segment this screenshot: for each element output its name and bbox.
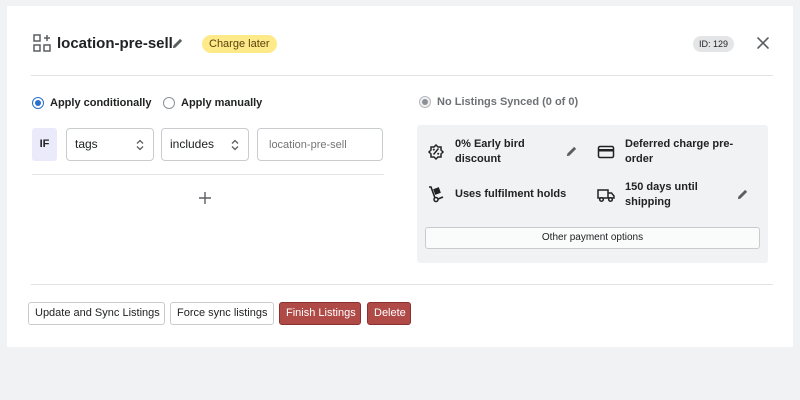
fulfilment-holds-text: Uses fulfilment holds — [455, 187, 567, 200]
page-title: location-pre-sell — [57, 35, 173, 52]
header-divider — [31, 75, 773, 76]
operator-select-value: includes — [170, 137, 215, 151]
add-condition-icon[interactable] — [197, 190, 213, 206]
shipping-feature: 150 days until shipping — [597, 180, 717, 210]
status-badge: Charge later — [202, 35, 277, 53]
other-payment-options-button[interactable]: Other payment options — [425, 227, 760, 249]
shipping-text: 150 days until shipping — [625, 181, 698, 208]
pencil-icon[interactable] — [736, 188, 749, 201]
force-sync-button[interactable]: Force sync listings — [170, 302, 274, 325]
close-icon[interactable] — [756, 36, 770, 50]
select-chevron-icon — [231, 139, 239, 151]
card-header: location-pre-sell Charge later ID: 129 — [7, 6, 793, 76]
credit-card-icon — [597, 145, 615, 159]
id-badge: ID: 129 — [693, 36, 735, 52]
pre-order-card: location-pre-sell Charge later ID: 129 A… — [7, 6, 793, 347]
hand-truck-icon — [429, 186, 444, 203]
sync-status-text: No Listings Synced (0 of 0) — [437, 96, 579, 108]
apply-conditionally-radio[interactable]: Apply conditionally — [32, 96, 151, 109]
operator-select[interactable]: includes — [161, 128, 249, 161]
radio-dot[interactable] — [163, 96, 175, 109]
early-bird-feature: 0% Early bird discount — [427, 137, 547, 167]
condition-divider — [32, 174, 384, 175]
pencil-icon[interactable] — [171, 37, 184, 50]
deferred-charge-feature: Deferred charge pre-order — [597, 137, 747, 167]
field-select-value: tags — [75, 137, 98, 151]
apply-manually-radio[interactable]: Apply manually — [163, 96, 262, 109]
pencil-icon[interactable] — [565, 145, 578, 158]
condition-value-input[interactable] — [257, 128, 383, 161]
update-and-sync-button[interactable]: Update and Sync Listings — [28, 302, 165, 325]
finish-listings-button[interactable]: Finish Listings — [279, 302, 361, 325]
field-select[interactable]: tags — [66, 128, 154, 161]
apps-add-icon — [33, 34, 51, 52]
select-chevron-icon — [136, 139, 144, 151]
sync-status: No Listings Synced (0 of 0) — [419, 96, 578, 108]
apply-manually-label: Apply manually — [181, 96, 263, 109]
discount-icon — [427, 143, 445, 161]
fulfilment-holds-feature: Uses fulfilment holds — [427, 185, 577, 203]
shipping-truck-icon — [597, 189, 615, 203]
early-bird-text: 0% Early bird discount — [455, 138, 525, 165]
sync-status-icon — [419, 96, 431, 108]
apply-conditionally-label: Apply conditionally — [50, 96, 152, 109]
delete-button[interactable]: Delete — [367, 302, 411, 325]
deferred-charge-text: Deferred charge pre-order — [625, 138, 734, 165]
footer-divider — [31, 284, 773, 285]
radio-dot-selected[interactable] — [32, 96, 44, 109]
if-label: IF — [32, 128, 57, 161]
settings-panel: 0% Early bird discount Deferred charge p… — [417, 125, 768, 263]
